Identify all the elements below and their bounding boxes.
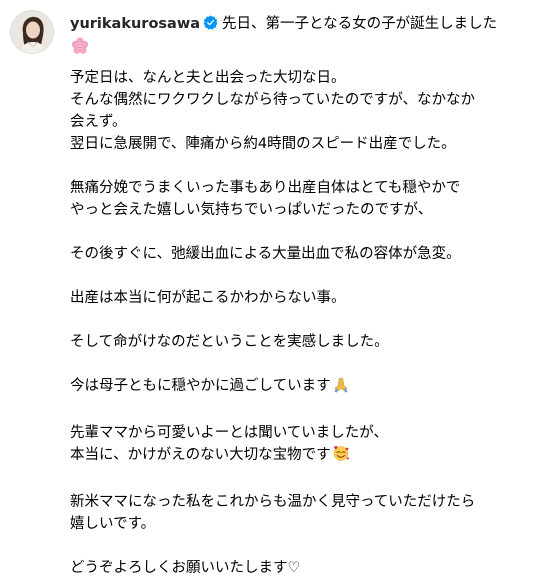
caption-paragraph: そして命がけなのだということを実感しました。 [70, 331, 545, 353]
caption-paragraph: 予定日は、なんと夫と出会った大切な日。 そんな偶然にワクワクしながら待っていたの… [70, 67, 545, 155]
caption-line: 会えず。 [70, 114, 127, 130]
instagram-caption-post: yurikakurosawa 先日、第一子となる女の子が誕生しました 予定日は、… [0, 0, 555, 576]
caption-paragraph: どうぞよろしくお願いいたします♡ [70, 557, 545, 579]
caption-paragraph: その後すぐに、弛緩出血による大量出血で私の容体が急変。 [70, 243, 545, 265]
caption-line: そして命がけなのだということを実感しました。 [70, 334, 389, 350]
caption-headline: 先日、第一子となる女の子が誕生しました [222, 16, 498, 32]
caption-line: 嬉しいです。 [70, 516, 156, 532]
smiling-face-with-hearts-emoji [332, 444, 350, 469]
caption-paragraph: 先輩ママから可愛いよーとは聞いていましたが、 本当に、かけがえのない大切な宝物で… [70, 422, 545, 469]
caption-line: 翌日に急展開で、陣痛から約4時間のスピード出産でした。 [70, 136, 456, 152]
caption-line: 先輩ママから可愛いよーとは聞いていましたが、 [70, 425, 388, 441]
caption-line: 出産は本当に何が起こるかわからない事。 [70, 290, 346, 306]
caption-header: yurikakurosawa 先日、第一子となる女の子が誕生しました [70, 13, 540, 59]
caption-line: 無痛分娩でうまくいった事もあり出産自体はとても穏やかで [70, 180, 461, 196]
caption-line-text: 本当に、かけがえのない大切な宝物です [70, 447, 331, 463]
caption-line: そんな偶然にワクワクしながら待っていたのですが、なかなか [70, 92, 475, 108]
verified-badge-icon [203, 15, 218, 37]
profile-photo-icon [11, 11, 53, 53]
caption-paragraph: 新米ママになった私をこれからも温かく見守っていただけたら 嬉しいです。 [70, 491, 545, 535]
profile-avatar[interactable] [10, 10, 54, 54]
caption-paragraph: 無痛分娩でうまくいった事もあり出産自体はとても穏やかで やっと会えた嬉しい気持ち… [70, 177, 545, 221]
caption-body: 予定日は、なんと夫と出会った大切な日。 そんな偶然にワクワクしながら待っていたの… [70, 67, 545, 579]
caption-paragraph: 出産は本当に何が起こるかわからない事。 [70, 287, 545, 309]
caption-line: やっと会えた嬉しい気持ちでいっぱいだったのですが、 [70, 202, 433, 218]
caption-line: 予定日は、なんと夫と出会った大切な日。 [70, 70, 346, 86]
caption-line: どうぞよろしくお願いいたします♡ [70, 560, 301, 576]
caption-line: 新米ママになった私をこれからも温かく見守っていただけたら [70, 494, 476, 510]
caption-line-text: 今は母子ともに穏やかに過ごしています [70, 378, 331, 394]
username-link[interactable]: yurikakurosawa [70, 16, 200, 32]
cherry-blossom-emoji [71, 37, 89, 62]
caption-line-with-emoji: 本当に、かけがえのない大切な宝物です [70, 444, 545, 469]
caption-paragraph: 今は母子ともに穏やかに過ごしています [70, 375, 545, 400]
folded-hands-emoji [332, 375, 350, 400]
caption-line: その後すぐに、弛緩出血による大量出血で私の容体が急変。 [70, 246, 461, 262]
caption-line-with-emoji: 今は母子ともに穏やかに過ごしています [70, 375, 545, 400]
